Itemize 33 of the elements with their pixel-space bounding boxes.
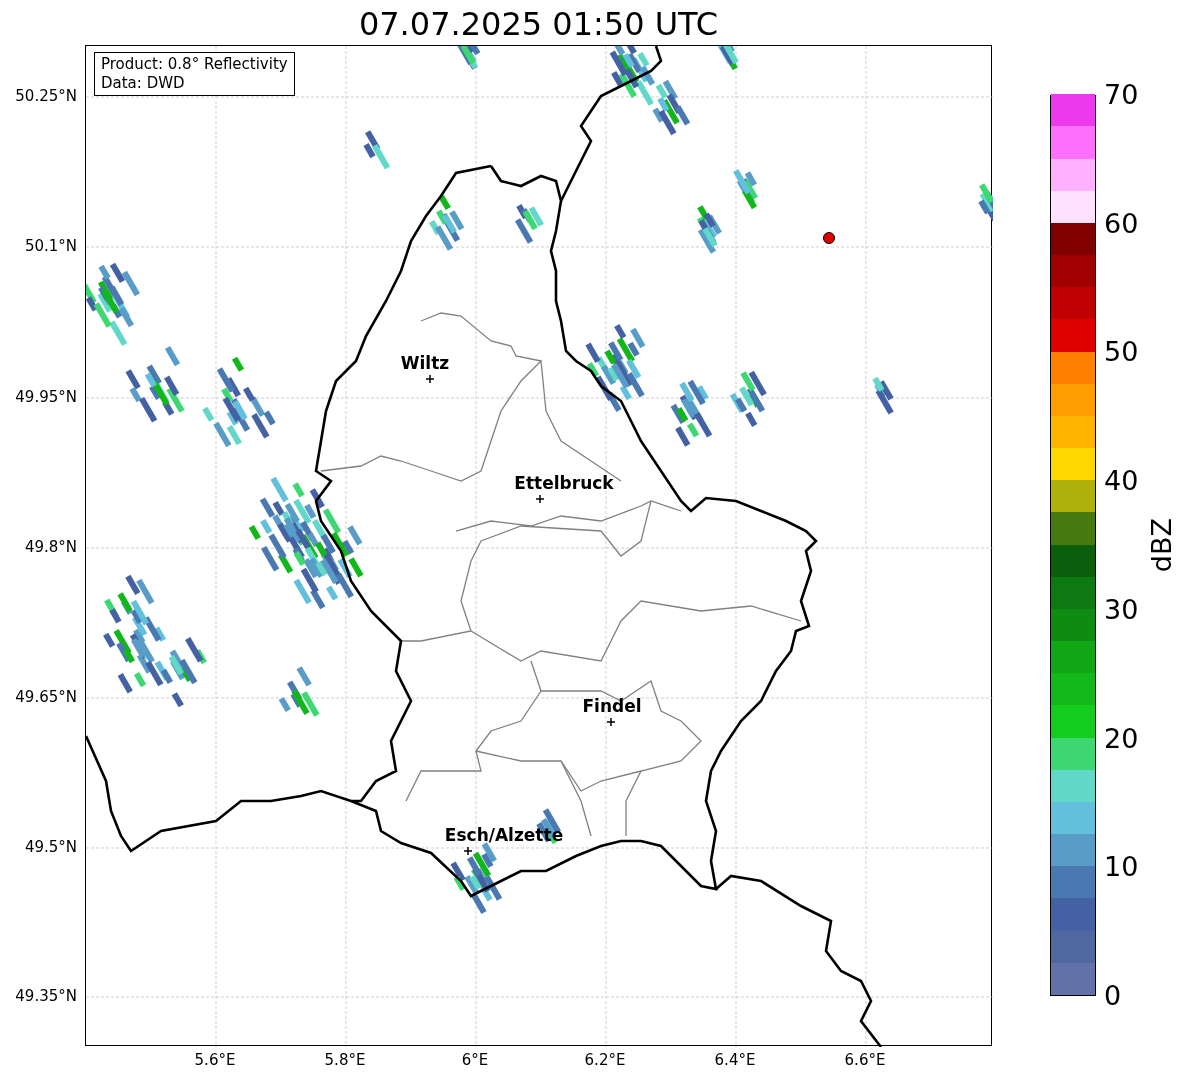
latitude-label: 49.5°N <box>24 838 77 856</box>
city-label: Ettelbruck <box>514 473 614 493</box>
longitude-label: 6°E <box>461 1051 489 1069</box>
colorbar-tick-label: 0 <box>1104 981 1122 1011</box>
longitude-label: 6.6°E <box>844 1051 886 1069</box>
longitude-label: 6.2°E <box>584 1051 626 1069</box>
city-marker-icon <box>535 494 545 504</box>
latitude-label: 49.65°N <box>15 688 77 706</box>
latitude-label: 49.8°N <box>24 538 77 556</box>
colorbar-tick-label: 20 <box>1104 723 1139 754</box>
colorbar-tick-label: 40 <box>1104 466 1139 497</box>
longitude-label: 5.6°E <box>194 1051 236 1069</box>
info-text: Data: DWD <box>101 74 186 93</box>
colorbar-label: dBZ <box>1146 518 1178 573</box>
city-label: Wiltz <box>400 353 450 373</box>
colorbar-tick-label: 50 <box>1104 337 1139 368</box>
longitude-label: 6.4°E <box>714 1051 756 1069</box>
latitude-label: 50.1°N <box>24 237 77 255</box>
colorbar-tick-label: 10 <box>1104 852 1139 883</box>
longitude-label: 5.8°E <box>324 1051 366 1069</box>
city-label: Findel <box>582 696 642 716</box>
city-marker-icon <box>463 846 473 856</box>
latitude-label: 49.35°N <box>15 987 77 1005</box>
latitude-label: 50.25°N <box>15 87 77 105</box>
location-marker-icon <box>823 232 835 244</box>
info-text: Product: 0.8° Reflectivity <box>101 55 288 74</box>
colorbar-tick-label: 30 <box>1104 594 1139 625</box>
city-marker-icon <box>606 717 616 727</box>
plot-title: 07.07.2025 01:50 UTC <box>357 4 720 44</box>
city-marker-icon <box>425 374 435 384</box>
colorbar-tick-label: 60 <box>1104 208 1139 239</box>
colorbar-tick-label: 70 <box>1104 80 1139 110</box>
latitude-label: 49.95°N <box>15 388 77 406</box>
